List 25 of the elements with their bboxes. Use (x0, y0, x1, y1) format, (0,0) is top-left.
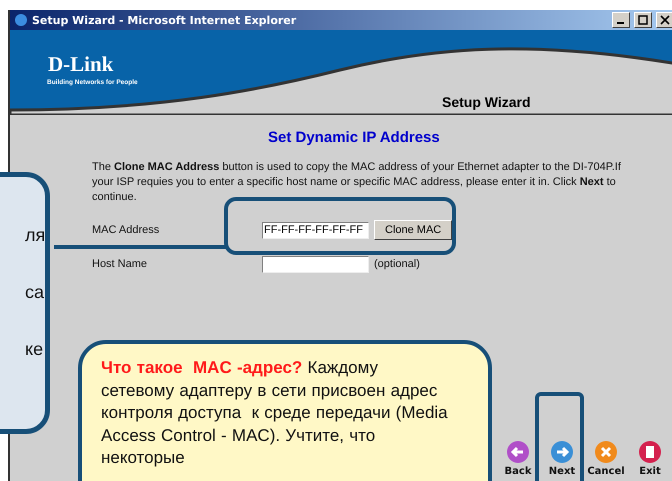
field-note: (optional) (374, 258, 420, 270)
maximize-icon[interactable] (634, 12, 652, 28)
window-title: Setup Wizard - Microsoft Internet Explorer (32, 14, 298, 26)
section-heading: Set Dynamic IP Address (267, 129, 441, 146)
input-field[interactable]: FF-FF-FF-FF-FF-FF (262, 222, 369, 238)
nav-label[interactable]: Next (548, 466, 576, 477)
callout-text: са (25, 281, 45, 304)
nav-label[interactable]: Back (504, 466, 532, 477)
note-text: Что такое MAC -адрес? Каждому сетевому адаптеру в сети присвоен адрес контроля доступа к среде передачи (Media Access Control - MAC). Учтите, что некоторые (101, 357, 448, 469)
callout-text: ля (25, 224, 45, 247)
callout-text: ке (25, 338, 44, 361)
field-label: MAC Address (92, 224, 160, 236)
nav-label[interactable]: Cancel (587, 466, 625, 477)
field-label: Host Name (92, 258, 148, 270)
page-title: Setup Wizard (442, 94, 531, 110)
clone-mac-button[interactable]: Clone MAC (374, 220, 452, 240)
minimize-icon[interactable] (612, 12, 630, 28)
close-icon[interactable] (656, 12, 672, 28)
instructions-text: The Clone MAC Address button is used to copy the MAC address of your Ethernet adapter to the DI-704P.If your ISP requies you to enter a specific host name or specific MAC address, please enter it in. Click Next to continue. (92, 160, 622, 205)
browser-icon (14, 13, 28, 27)
nav-label[interactable]: Exit (639, 466, 661, 477)
input-field[interactable] (262, 256, 369, 272)
door-icon (638, 440, 662, 464)
logo: D-Link (48, 52, 114, 77)
x-mark-icon (594, 440, 618, 464)
